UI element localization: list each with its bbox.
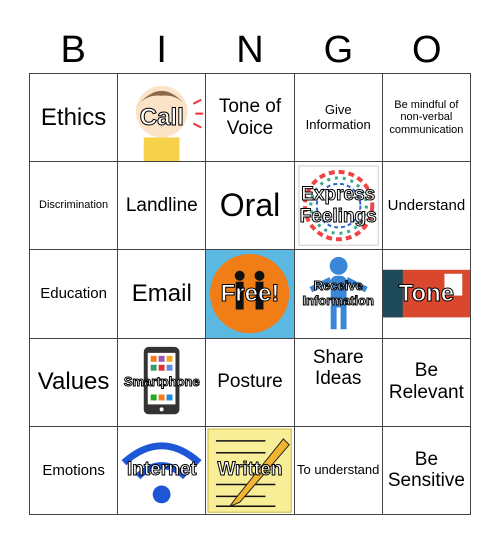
bingo-cell[interactable]: Oral	[206, 162, 295, 251]
header-letter: B	[60, 29, 86, 71]
cell-text: To understand	[296, 461, 380, 477]
bingo-cell[interactable]: Tone of Voice	[206, 74, 295, 163]
bingo-cell[interactable]: Share Ideas	[294, 338, 383, 427]
cell-text: Oral	[219, 187, 281, 224]
bingo-cell[interactable]: Be mindful of non-verbal communication	[382, 74, 471, 163]
bingo-cell[interactable]: Email	[118, 250, 207, 339]
cell-text: Education	[40, 285, 107, 303]
cell-text: Ethics	[40, 103, 107, 131]
cell-text: Be Relevant	[388, 360, 464, 404]
bingo-cell[interactable]: Receive Information	[294, 250, 383, 339]
cell-text: Receive Information	[302, 278, 375, 309]
header-letter: O	[412, 29, 442, 71]
bingo-cell[interactable]: Call	[118, 74, 207, 163]
cell-text: Be mindful of non-verbal communication	[389, 98, 464, 136]
cell-text: Email	[131, 280, 192, 308]
cell-text: Express Feelings	[299, 183, 377, 227]
bingo-cell[interactable]: Emotions	[30, 426, 119, 515]
bingo-cell[interactable]: Values	[30, 338, 119, 427]
cell-text: Internet	[126, 459, 197, 481]
cell-text: Call	[139, 103, 184, 131]
bingo-cell[interactable]: Understand	[382, 162, 471, 251]
bingo-cell[interactable]: Express Feelings	[294, 162, 383, 251]
bingo-cell[interactable]: Discrimination	[30, 162, 119, 251]
bingo-cell[interactable]: To understand	[294, 426, 383, 515]
cell-text: Be Sensitive	[387, 448, 465, 492]
bingo-cell[interactable]: Education	[30, 250, 119, 339]
cell-text: Values	[37, 368, 110, 396]
bingo-card: Ethics Call Tone of Voice Give Informati…	[29, 73, 471, 515]
bingo-cell[interactable]: Be Relevant	[382, 338, 471, 427]
cell-text: Emotions	[42, 461, 105, 479]
cell-text: Posture	[217, 371, 283, 393]
cell-text: Smartphone	[123, 373, 200, 389]
header-letter: G	[323, 29, 354, 71]
bingo-cell[interactable]: Tone	[382, 250, 471, 339]
cell-text: Free!	[220, 280, 280, 308]
header-letter: N	[236, 29, 264, 71]
bingo-cell[interactable]: Give Information	[294, 74, 383, 163]
cell-text: Discrimination	[39, 199, 109, 212]
bingo-cell[interactable]: Written	[206, 426, 295, 515]
cell-text: Give Information	[305, 101, 371, 132]
cell-text: Share Ideas	[312, 346, 364, 390]
bingo-cell[interactable]: Internet	[118, 426, 207, 515]
bingo-cell[interactable]: Ethics	[30, 74, 119, 163]
cell-text: Understand	[387, 197, 466, 215]
bingo-cell[interactable]: Smartphone	[118, 338, 207, 427]
bingo-header: B I N G O	[29, 28, 471, 72]
cell-text: Tone of Voice	[218, 95, 282, 139]
free-space[interactable]: Free!	[206, 250, 295, 339]
cell-text: Tone	[398, 280, 455, 308]
bingo-cell[interactable]: Posture	[206, 338, 295, 427]
bingo-cell[interactable]: Be Sensitive	[382, 426, 471, 515]
bingo-cell[interactable]: Landline	[118, 162, 207, 251]
header-letter: I	[156, 29, 167, 71]
cell-text: Written	[217, 459, 283, 481]
cell-text: Landline	[125, 194, 198, 216]
